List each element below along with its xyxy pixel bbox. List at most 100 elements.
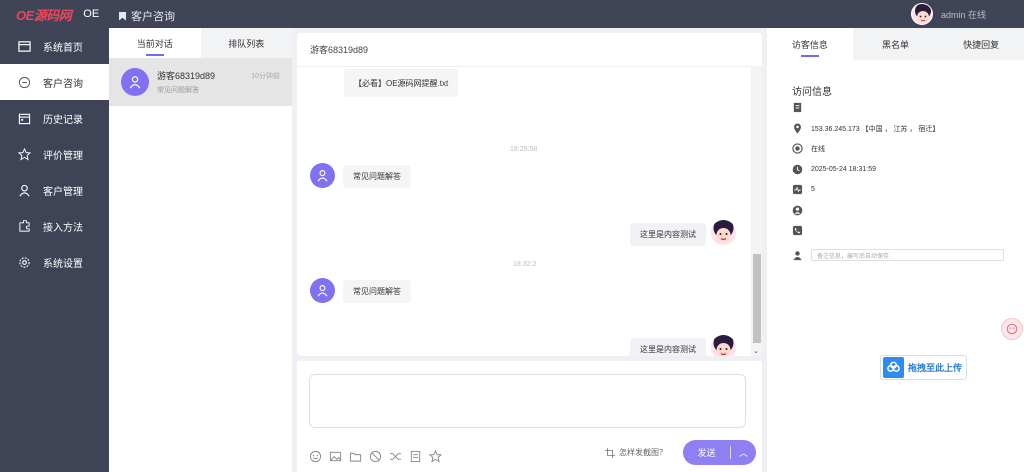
screenshot-tip-label: 怎样发截图？ bbox=[619, 448, 667, 457]
screenshot-tip[interactable]: 怎样发截图？ bbox=[605, 447, 667, 458]
sidebar-item-consult[interactable]: 客户咨询 bbox=[0, 64, 109, 100]
composer: 怎样发截图？ 发送 ︿ bbox=[297, 361, 762, 472]
visitor-avatar-icon bbox=[310, 278, 335, 303]
tab-visitor-info[interactable]: 访客信息 bbox=[767, 28, 853, 60]
list-item[interactable]: 游客68319d89 常见问题解答 10分钟前 bbox=[109, 58, 292, 106]
send-button[interactable]: 发送 ︿ bbox=[683, 440, 756, 465]
scrollbar-thumb[interactable] bbox=[753, 254, 761, 343]
info-row-time: 2025-05-24 18:31:59 bbox=[792, 164, 876, 175]
topbar: OE源码网 OE 客户咨询 admin 在线 bbox=[0, 0, 1024, 28]
agent-avatar bbox=[711, 220, 736, 245]
message-bubble: 这里是内容测试 bbox=[630, 223, 706, 246]
sidebar-item-integration[interactable]: 接入方法 bbox=[0, 208, 109, 244]
gear-icon bbox=[19, 256, 30, 268]
clock-icon bbox=[792, 164, 803, 175]
user-menu[interactable]: admin 在线 bbox=[910, 0, 1024, 28]
conversation-tabs: 当前对话 排队列表 bbox=[109, 28, 292, 58]
info-row-phone bbox=[792, 225, 803, 236]
sidebar: 系统首页 客户咨询 历史记录 评价管理 客户管理 接入方法 系统设置 bbox=[0, 28, 109, 472]
monitor-icon bbox=[18, 40, 31, 52]
star-outline-icon[interactable] bbox=[429, 450, 442, 463]
phone-icon bbox=[792, 225, 803, 236]
chat-panel: 游客68319d89 【必看】OE源码网提醒.txt 18:25:58 常见问题… bbox=[297, 33, 762, 356]
sidebar-item-settings[interactable]: 系统设置 bbox=[0, 244, 109, 280]
conversation-name: 游客68319d89 bbox=[157, 71, 216, 81]
logo[interactable]: OE源码网 OE bbox=[0, 0, 109, 28]
brand-short: OE bbox=[83, 8, 100, 20]
visitor-tabs: 访客信息 黑名单 快捷回复 bbox=[767, 28, 1024, 60]
breadcrumb: 客户咨询 bbox=[119, 8, 175, 24]
conversation-list: 当前对话 排队列表 游客68319d89 常见问题解答 10分钟前 bbox=[109, 28, 292, 472]
message-list: 【必看】OE源码网提醒.txt 18:25:58 常见问题解答 这里是内容测试 … bbox=[297, 67, 751, 356]
image-icon[interactable] bbox=[329, 450, 342, 463]
bookmark-icon bbox=[119, 11, 126, 21]
info-row-user bbox=[792, 205, 803, 216]
send-divider bbox=[730, 446, 731, 459]
info-row-id bbox=[792, 102, 803, 113]
sidebar-item-label: 客户管理 bbox=[43, 186, 83, 198]
conversation-preview: 常见问题解答 bbox=[157, 87, 199, 94]
avatar[interactable] bbox=[910, 3, 933, 25]
user-icon bbox=[19, 184, 30, 196]
sidebar-item-rating[interactable]: 评价管理 bbox=[0, 136, 109, 172]
breadcrumb-label: 客户咨询 bbox=[131, 11, 175, 23]
activity-icon bbox=[792, 184, 803, 195]
info-row-remark: 备注信息，编写后自动保存 bbox=[792, 249, 1004, 261]
info-row-status: 在线 bbox=[792, 143, 825, 154]
agent-avatar bbox=[711, 335, 736, 356]
user-circle-icon bbox=[792, 205, 803, 216]
visitor-ip: 153.36.245.173 【中国 ， 江苏 ， 宿迁】 bbox=[811, 125, 940, 133]
message-bubble: 这里是内容测试 bbox=[630, 338, 706, 356]
drag-upload-button[interactable]: 拖拽至此上传 bbox=[880, 355, 967, 380]
tab-current[interactable]: 当前对话 bbox=[109, 28, 201, 58]
sidebar-item-label: 系统首页 bbox=[43, 42, 83, 54]
ban-icon[interactable] bbox=[369, 450, 382, 463]
tab-blacklist[interactable]: 黑名单 bbox=[852, 28, 939, 60]
location-icon bbox=[794, 123, 801, 134]
sidebar-item-history[interactable]: 历史记录 bbox=[0, 100, 109, 136]
calendar-icon bbox=[18, 113, 31, 124]
sidebar-item-label: 系统设置 bbox=[43, 258, 83, 270]
sidebar-item-customers[interactable]: 客户管理 bbox=[0, 172, 109, 208]
status-icon bbox=[792, 143, 803, 154]
sidebar-item-label: 历史记录 bbox=[43, 114, 83, 126]
visitor-panel: 访客信息 黑名单 快捷回复 访问信息 153.36.245.173 【中国 ， … bbox=[767, 28, 1024, 472]
visitor-avatar-icon bbox=[310, 163, 335, 188]
sidebar-item-label: 客户咨询 bbox=[43, 78, 83, 90]
tab-queue[interactable]: 排队列表 bbox=[200, 28, 292, 58]
shuffle-icon[interactable] bbox=[389, 450, 402, 463]
composer-toolbar bbox=[309, 450, 442, 463]
document-icon[interactable] bbox=[409, 450, 422, 463]
chevron-up-icon[interactable]: ︿ bbox=[731, 446, 756, 459]
file-message[interactable]: 【必看】OE源码网提醒.txt bbox=[344, 69, 459, 97]
info-row-visits: 5 bbox=[792, 184, 815, 195]
message-input[interactable] bbox=[309, 374, 746, 428]
folder-icon[interactable] bbox=[349, 450, 362, 463]
upload-label: 拖拽至此上传 bbox=[908, 363, 963, 373]
visitor-status: 在线 bbox=[811, 145, 825, 153]
visitor-avatar-icon bbox=[121, 68, 149, 96]
message-timestamp: 18:32:2 bbox=[513, 261, 537, 268]
sidebar-item-label: 接入方法 bbox=[43, 222, 83, 234]
remark-input[interactable]: 备注信息，编写后自动保存 bbox=[811, 249, 1004, 261]
chevron-down-icon[interactable]: ⌄ bbox=[753, 347, 759, 355]
visitor-time: 2025-05-24 18:31:59 bbox=[811, 166, 876, 173]
sidebar-item-label: 评价管理 bbox=[43, 150, 83, 162]
visitor-info-title: 访问信息 bbox=[792, 87, 832, 98]
crop-icon bbox=[605, 447, 615, 458]
conversation-time: 10分钟前 bbox=[251, 73, 280, 80]
info-row-ip: 153.36.245.173 【中国 ， 江苏 ， 宿迁】 bbox=[792, 123, 939, 134]
star-icon bbox=[18, 147, 31, 161]
puzzle-icon bbox=[19, 219, 30, 232]
chat-scrollbar[interactable]: ⌄ bbox=[751, 67, 762, 356]
message-timestamp: 18:25:58 bbox=[510, 146, 538, 153]
floating-helper-icon[interactable] bbox=[1001, 318, 1023, 340]
brand-logo: OE源码网 bbox=[16, 7, 72, 23]
person-icon bbox=[793, 250, 802, 260]
smile-icon[interactable] bbox=[309, 450, 322, 463]
message-bubble: 常见问题解答 bbox=[343, 280, 411, 303]
sidebar-item-home[interactable]: 系统首页 bbox=[0, 28, 109, 64]
id-card-icon bbox=[793, 102, 802, 113]
send-label[interactable]: 发送 bbox=[683, 446, 730, 459]
tab-quick-reply[interactable]: 快捷回复 bbox=[938, 28, 1024, 60]
